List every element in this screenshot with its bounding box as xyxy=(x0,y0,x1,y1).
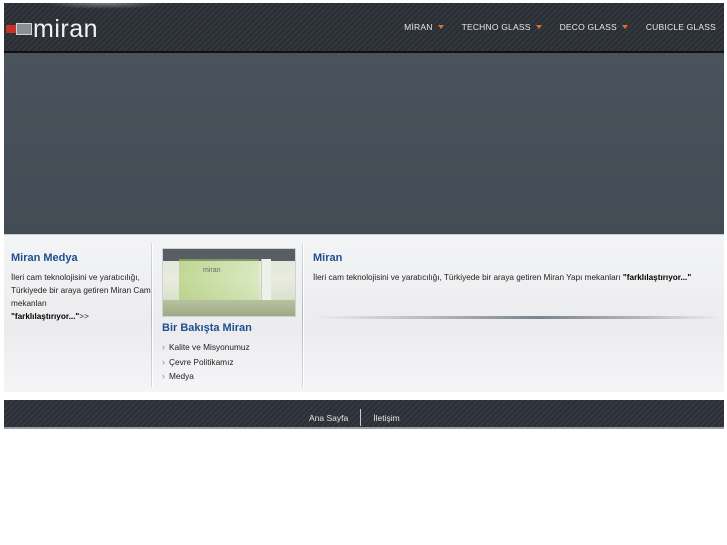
site-header: miran MİRAN TECHNO GLASS DECO GLASS CUBI… xyxy=(4,0,724,53)
miran-description: İleri cam teknolojisini ve yaratıcılığı,… xyxy=(313,273,621,282)
miran-title: Miran xyxy=(313,252,343,264)
brand-logo[interactable]: miran xyxy=(6,14,99,43)
media-more-link[interactable]: >> xyxy=(79,312,89,321)
nav-item-deco-glass[interactable]: DECO GLASS xyxy=(560,22,628,32)
column-divider xyxy=(151,243,153,387)
list-item[interactable]: › Kalite ve Misyonumuz xyxy=(162,340,296,355)
media-text: İleri cam teknolojisini ve yaratıcılığı,… xyxy=(11,271,151,323)
media-column: Miran Medya İleri cam teknolojisini ve y… xyxy=(11,252,151,323)
nav-item-label: DECO GLASS xyxy=(559,22,617,32)
media-emphasis: "farklılaştırıyor..." xyxy=(11,312,80,321)
logo-mark-icon xyxy=(6,22,32,36)
chevron-right-icon: › xyxy=(162,356,165,367)
nav-item-label: MİRAN xyxy=(404,22,433,32)
overview-title: Bir Bakışta Miran xyxy=(162,322,252,334)
overview-column: miran Bir Bakışta Miran › Kalite ve Misy… xyxy=(162,248,296,384)
link-label: Çevre Politikamız xyxy=(169,356,234,367)
media-title: Miran Medya xyxy=(11,252,78,264)
dropdown-arrow-icon xyxy=(535,25,542,29)
footer-separator xyxy=(360,409,362,426)
media-description: İleri cam teknolojisini ve yaratıcılığı,… xyxy=(11,273,151,308)
nav-item-cubicle-glass[interactable]: CUBICLE GLASS xyxy=(646,22,716,32)
decorative-shine-divider xyxy=(313,316,721,319)
chevron-right-icon: › xyxy=(162,371,165,382)
miran-emphasis: "farklılaştırıyor..." xyxy=(622,273,692,282)
link-label: Medya xyxy=(169,371,194,382)
main-nav: MİRAN TECHNO GLASS DECO GLASS CUBICLE GL… xyxy=(386,22,716,32)
nav-item-techno-glass[interactable]: TECHNO GLASS xyxy=(462,22,542,32)
footer-nav: Ana Sayfa İletişim xyxy=(309,409,400,426)
overview-links: › Kalite ve Misyonumuz › Çevre Politikam… xyxy=(162,340,296,384)
column-divider xyxy=(302,243,304,387)
dropdown-arrow-icon xyxy=(437,25,444,29)
nav-item-miran[interactable]: MİRAN xyxy=(404,22,444,32)
list-item[interactable]: › Çevre Politikamız xyxy=(162,355,296,370)
chevron-right-icon: › xyxy=(162,342,165,353)
showroom-sign: miran xyxy=(203,267,221,274)
footer-link-home[interactable]: Ana Sayfa xyxy=(309,413,348,423)
dropdown-arrow-icon xyxy=(621,25,628,29)
page-frame: miran MİRAN TECHNO GLASS DECO GLASS CUBI… xyxy=(4,0,724,429)
nav-item-label: CUBICLE GLASS xyxy=(645,22,716,32)
content-panel: Miran Medya İleri cam teknolojisini ve y… xyxy=(4,234,724,392)
nav-item-label: TECHNO GLASS xyxy=(461,22,531,32)
footer-link-contact[interactable]: İletişim xyxy=(373,413,399,423)
list-item[interactable]: › Medya xyxy=(162,369,296,384)
brand-name: miran xyxy=(33,14,99,43)
miran-column: Miran İleri cam teknolojisini ve yaratıc… xyxy=(313,252,717,284)
miran-text: İleri cam teknolojisini ve yaratıcılığı,… xyxy=(313,271,717,284)
site-footer: Ana Sayfa İletişim xyxy=(4,400,724,429)
spacer xyxy=(4,392,724,400)
hero-banner xyxy=(4,53,724,234)
link-label: Kalite ve Misyonumuz xyxy=(169,342,250,353)
logo-glow xyxy=(44,0,164,9)
showroom-image[interactable]: miran xyxy=(162,248,296,317)
